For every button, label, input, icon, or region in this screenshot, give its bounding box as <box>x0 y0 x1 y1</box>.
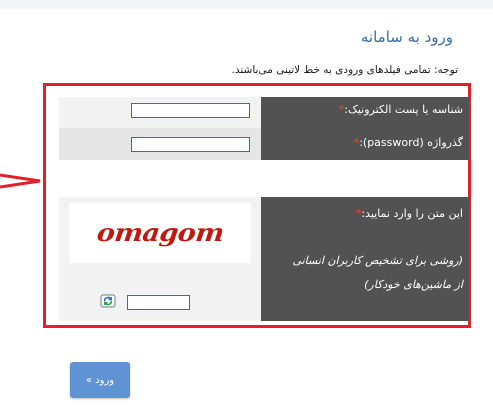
captcha-image: omagom <box>69 203 251 263</box>
email-label: شناسه یا پست الکترونیک: <box>344 103 463 116</box>
latin-input-note: توجه: تمامی فیلدهای ورودی به خط لاتینی م… <box>232 64 459 76</box>
password-label-cell: گذرواژه (password):* <box>261 128 469 160</box>
captcha-hint-line2: از ماشین‌های خودکار) <box>364 278 463 291</box>
refresh-icon[interactable] <box>100 293 116 309</box>
arrow-pointer-icon <box>0 173 41 189</box>
login-button[interactable]: ورود » <box>70 362 130 398</box>
top-strip <box>0 0 493 9</box>
email-label-cell: شناسه یا پست الکترونیک:* <box>261 97 469 128</box>
captcha-hint-line1: (روشی برای تشخیص کاربران انسانی <box>292 254 463 267</box>
captcha-label-cell: این متن را وارد نمایید:* (روشی برای تشخی… <box>261 197 469 321</box>
captcha-text: omagom <box>95 219 225 247</box>
note-text: توجه: تمامی فیلدهای ورودی به خط لاتینی م… <box>231 64 459 76</box>
page-title: ورود به سامانه <box>360 28 453 46</box>
password-label: گذرواژه (password): <box>359 136 463 149</box>
captcha-label: این متن را وارد نمایید: <box>361 207 463 220</box>
password-input[interactable] <box>131 137 250 152</box>
email-input[interactable] <box>131 103 250 118</box>
captcha-input[interactable] <box>127 295 190 310</box>
